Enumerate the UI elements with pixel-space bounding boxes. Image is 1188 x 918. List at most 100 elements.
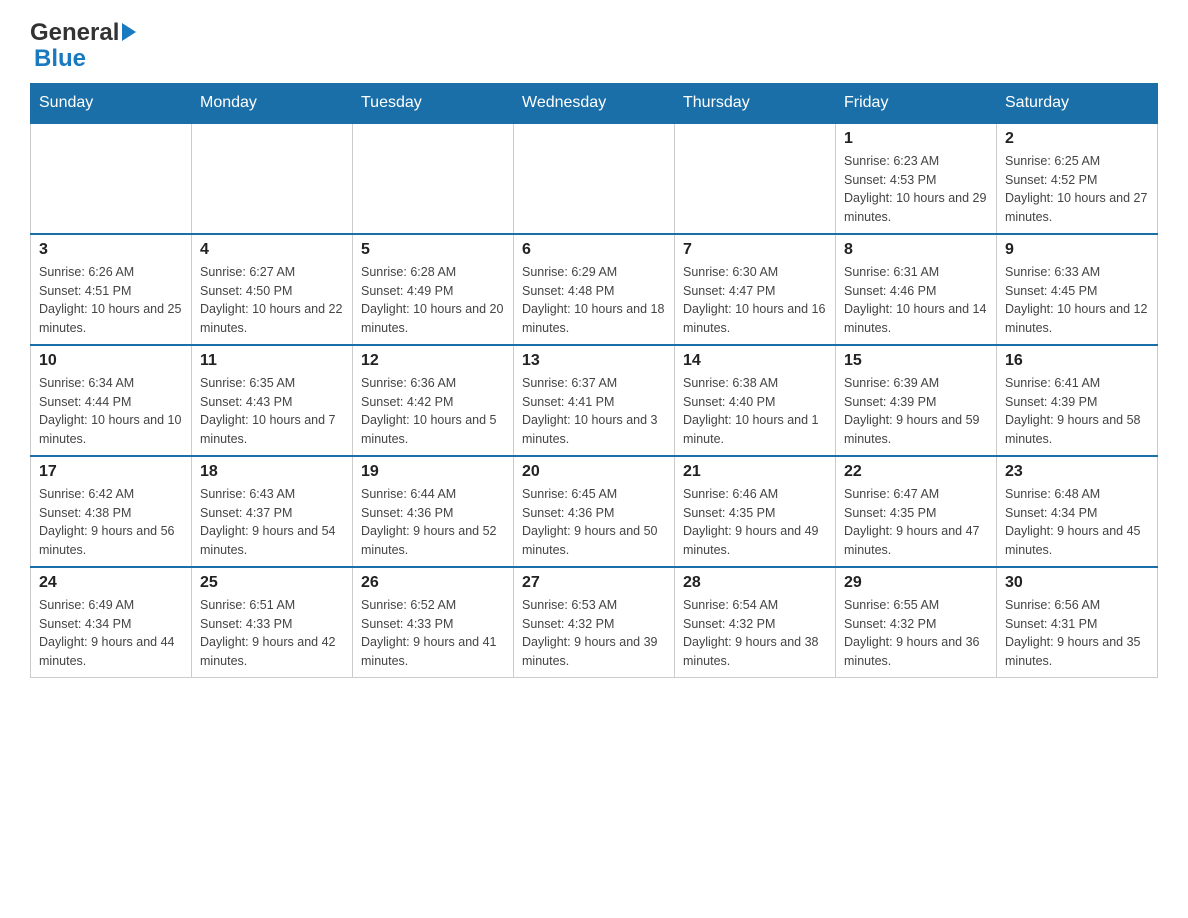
day-info: Sunrise: 6:26 AMSunset: 4:51 PMDaylight:… <box>39 263 183 338</box>
cell-week5-day1: 25 Sunrise: 6:51 AMSunset: 4:33 PMDayligh… <box>192 567 353 678</box>
col-thursday: Thursday <box>675 83 836 123</box>
cell-week1-day3 <box>514 123 675 234</box>
cell-week3-day2: 12Sunrise: 6:36 AMSunset: 4:42 PMDayligh… <box>353 345 514 456</box>
day-info: Sunrise: 6:43 AMSunset: 4:37 PMDaylight:… <box>200 485 344 560</box>
cell-week3-day1: 11 Sunrise: 6:35 AMSunset: 4:43 PMDayligh… <box>192 345 353 456</box>
calendar-header-row: Sunday Monday Tuesday Wednesday Thursday… <box>31 83 1158 123</box>
cell-week5-day3: 27 Sunrise: 6:53 AMSunset: 4:32 PMDayligh… <box>514 567 675 678</box>
cell-week5-day6: 30 Sunrise: 6:56 AMSunset: 4:31 PMDayligh… <box>997 567 1158 678</box>
week-row-5: 24 Sunrise: 6:49 AMSunset: 4:34 PMDayligh… <box>31 567 1158 678</box>
day-number: 10 <box>39 352 183 370</box>
cell-week2-day2: 5Sunrise: 6:28 AMSunset: 4:49 PMDaylight… <box>353 234 514 345</box>
week-row-1: 1 Sunrise: 6:23 AMSunset: 4:53 PMDaylight… <box>31 123 1158 234</box>
day-number: 30 <box>1005 574 1149 592</box>
cell-week3-day6: 16 Sunrise: 6:41 AMSunset: 4:39 PMDayligh… <box>997 345 1158 456</box>
day-number: 12 <box>361 352 505 370</box>
cell-week4-day0: 17 Sunrise: 6:42 AMSunset: 4:38 PMDayligh… <box>31 456 192 567</box>
day-info: Sunrise: 6:44 AMSunset: 4:36 PMDaylight:… <box>361 485 505 560</box>
day-number: 22 <box>844 463 988 481</box>
col-wednesday: Wednesday <box>514 83 675 123</box>
day-number: 16 <box>1005 352 1149 370</box>
day-info: Sunrise: 6:55 AMSunset: 4:32 PMDaylight:… <box>844 596 988 671</box>
cell-week4-day2: 19 Sunrise: 6:44 AMSunset: 4:36 PMDayligh… <box>353 456 514 567</box>
cell-week1-day5: 1 Sunrise: 6:23 AMSunset: 4:53 PMDaylight… <box>836 123 997 234</box>
cell-week4-day6: 23 Sunrise: 6:48 AMSunset: 4:34 PMDayligh… <box>997 456 1158 567</box>
day-number: 5 <box>361 241 505 259</box>
week-row-2: 3Sunrise: 6:26 AMSunset: 4:51 PMDaylight… <box>31 234 1158 345</box>
day-number: 8 <box>844 241 988 259</box>
day-number: 1 <box>844 130 988 148</box>
day-info: Sunrise: 6:37 AMSunset: 4:41 PMDaylight:… <box>522 374 666 449</box>
day-info: Sunrise: 6:25 AMSunset: 4:52 PMDaylight:… <box>1005 152 1149 227</box>
day-info: Sunrise: 6:23 AMSunset: 4:53 PMDaylight:… <box>844 152 988 227</box>
day-info: Sunrise: 6:47 AMSunset: 4:35 PMDaylight:… <box>844 485 988 560</box>
day-info: Sunrise: 6:31 AMSunset: 4:46 PMDaylight:… <box>844 263 988 338</box>
day-number: 23 <box>1005 463 1149 481</box>
cell-week5-day4: 28 Sunrise: 6:54 AMSunset: 4:32 PMDayligh… <box>675 567 836 678</box>
cell-week3-day3: 13 Sunrise: 6:37 AMSunset: 4:41 PMDayligh… <box>514 345 675 456</box>
day-info: Sunrise: 6:48 AMSunset: 4:34 PMDaylight:… <box>1005 485 1149 560</box>
cell-week5-day5: 29 Sunrise: 6:55 AMSunset: 4:32 PMDayligh… <box>836 567 997 678</box>
col-sunday: Sunday <box>31 83 192 123</box>
day-number: 4 <box>200 241 344 259</box>
day-number: 27 <box>522 574 666 592</box>
day-info: Sunrise: 6:33 AMSunset: 4:45 PMDaylight:… <box>1005 263 1149 338</box>
cell-week1-day4 <box>675 123 836 234</box>
day-number: 21 <box>683 463 827 481</box>
col-tuesday: Tuesday <box>353 83 514 123</box>
logo-general-text: General <box>30 20 136 46</box>
day-number: 26 <box>361 574 505 592</box>
day-number: 15 <box>844 352 988 370</box>
cell-week2-day4: 7 Sunrise: 6:30 AMSunset: 4:47 PMDaylight… <box>675 234 836 345</box>
cell-week2-day6: 9 Sunrise: 6:33 AMSunset: 4:45 PMDaylight… <box>997 234 1158 345</box>
day-number: 25 <box>200 574 344 592</box>
day-info: Sunrise: 6:39 AMSunset: 4:39 PMDaylight:… <box>844 374 988 449</box>
day-info: Sunrise: 6:35 AMSunset: 4:43 PMDaylight:… <box>200 374 344 449</box>
day-number: 6 <box>522 241 666 259</box>
day-number: 28 <box>683 574 827 592</box>
col-monday: Monday <box>192 83 353 123</box>
day-number: 13 <box>522 352 666 370</box>
day-info: Sunrise: 6:56 AMSunset: 4:31 PMDaylight:… <box>1005 596 1149 671</box>
day-number: 9 <box>1005 241 1149 259</box>
day-info: Sunrise: 6:38 AMSunset: 4:40 PMDaylight:… <box>683 374 827 449</box>
day-number: 2 <box>1005 130 1149 148</box>
day-info: Sunrise: 6:41 AMSunset: 4:39 PMDaylight:… <box>1005 374 1149 449</box>
week-row-4: 17 Sunrise: 6:42 AMSunset: 4:38 PMDayligh… <box>31 456 1158 567</box>
day-number: 24 <box>39 574 183 592</box>
day-info: Sunrise: 6:42 AMSunset: 4:38 PMDaylight:… <box>39 485 183 560</box>
cell-week3-day5: 15 Sunrise: 6:39 AMSunset: 4:39 PMDayligh… <box>836 345 997 456</box>
cell-week2-day5: 8 Sunrise: 6:31 AMSunset: 4:46 PMDaylight… <box>836 234 997 345</box>
cell-week2-day0: 3Sunrise: 6:26 AMSunset: 4:51 PMDaylight… <box>31 234 192 345</box>
day-info: Sunrise: 6:27 AMSunset: 4:50 PMDaylight:… <box>200 263 344 338</box>
cell-week4-day4: 21Sunrise: 6:46 AMSunset: 4:35 PMDayligh… <box>675 456 836 567</box>
day-number: 7 <box>683 241 827 259</box>
day-number: 17 <box>39 463 183 481</box>
day-number: 11 <box>200 352 344 370</box>
page-header: General Blue <box>30 20 1158 73</box>
cell-week3-day0: 10 Sunrise: 6:34 AMSunset: 4:44 PMDayligh… <box>31 345 192 456</box>
cell-week2-day1: 4 Sunrise: 6:27 AMSunset: 4:50 PMDaylight… <box>192 234 353 345</box>
day-info: Sunrise: 6:34 AMSunset: 4:44 PMDaylight:… <box>39 374 183 449</box>
day-number: 29 <box>844 574 988 592</box>
cell-week5-day0: 24 Sunrise: 6:49 AMSunset: 4:34 PMDayligh… <box>31 567 192 678</box>
col-saturday: Saturday <box>997 83 1158 123</box>
day-info: Sunrise: 6:54 AMSunset: 4:32 PMDaylight:… <box>683 596 827 671</box>
day-info: Sunrise: 6:30 AMSunset: 4:47 PMDaylight:… <box>683 263 827 338</box>
col-friday: Friday <box>836 83 997 123</box>
cell-week1-day0 <box>31 123 192 234</box>
day-number: 19 <box>361 463 505 481</box>
logo-blue-text: Blue <box>34 46 136 72</box>
day-number: 20 <box>522 463 666 481</box>
cell-week1-day6: 2 Sunrise: 6:25 AMSunset: 4:52 PMDaylight… <box>997 123 1158 234</box>
day-info: Sunrise: 6:29 AMSunset: 4:48 PMDaylight:… <box>522 263 666 338</box>
day-info: Sunrise: 6:51 AMSunset: 4:33 PMDaylight:… <box>200 596 344 671</box>
calendar-table: Sunday Monday Tuesday Wednesday Thursday… <box>30 83 1158 678</box>
day-info: Sunrise: 6:49 AMSunset: 4:34 PMDaylight:… <box>39 596 183 671</box>
day-info: Sunrise: 6:53 AMSunset: 4:32 PMDaylight:… <box>522 596 666 671</box>
day-number: 14 <box>683 352 827 370</box>
day-info: Sunrise: 6:52 AMSunset: 4:33 PMDaylight:… <box>361 596 505 671</box>
cell-week1-day1 <box>192 123 353 234</box>
cell-week4-day5: 22 Sunrise: 6:47 AMSunset: 4:35 PMDayligh… <box>836 456 997 567</box>
cell-week3-day4: 14 Sunrise: 6:38 AMSunset: 4:40 PMDayligh… <box>675 345 836 456</box>
